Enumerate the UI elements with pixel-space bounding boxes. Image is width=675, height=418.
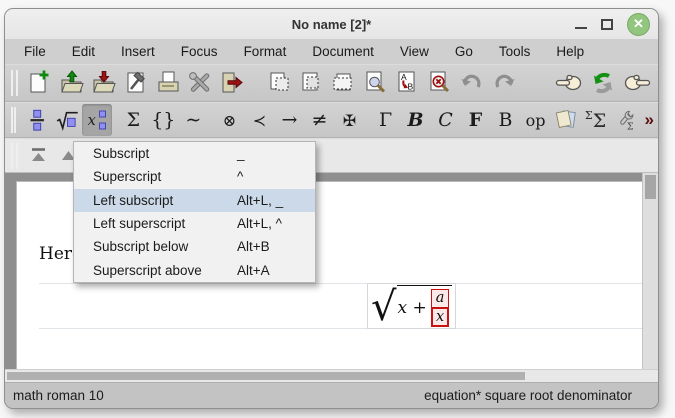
- maltese-cross-button[interactable]: ✠: [334, 104, 364, 136]
- math-preferences-icon[interactable]: Σ: [611, 104, 641, 136]
- menu-help[interactable]: Help: [547, 41, 593, 62]
- statusbar: math roman 10 equation* square root deno…: [5, 382, 658, 408]
- brackets-button[interactable]: {}: [148, 104, 178, 136]
- clipboard-pages-icon[interactable]: [551, 104, 581, 136]
- titlebar[interactable]: No name [2]* ✕: [5, 9, 658, 39]
- calligraphic-button[interactable]: C: [431, 104, 461, 136]
- menu-document[interactable]: Document: [303, 41, 383, 62]
- status-context: equation* square root denominator: [424, 388, 632, 403]
- greek-letters-button[interactable]: Γ: [371, 104, 401, 136]
- otimes-button[interactable]: ⊗: [214, 104, 244, 136]
- maximize-icon[interactable]: [601, 19, 613, 30]
- menu-edit[interactable]: Edit: [63, 41, 104, 62]
- horizontal-scrollbar-thumb[interactable]: [7, 372, 525, 380]
- big-operator-icon[interactable]: ΣΣ: [581, 104, 611, 136]
- build-icon[interactable]: [120, 67, 152, 99]
- menubar: File Edit Insert Focus Format Document V…: [5, 39, 658, 64]
- svg-text:B: B: [408, 82, 414, 92]
- paste-icon[interactable]: [328, 67, 360, 99]
- back-icon[interactable]: [552, 67, 586, 99]
- menu-item-left-superscript[interactable]: Left superscript Alt+L, ^: [74, 212, 315, 235]
- fraction-icon[interactable]: [22, 104, 52, 136]
- forward-icon[interactable]: [620, 67, 654, 99]
- copy-icon[interactable]: [264, 67, 296, 99]
- redo-icon[interactable]: [488, 67, 520, 99]
- print-icon[interactable]: [152, 67, 184, 99]
- fraction-denominator-focus[interactable]: x: [432, 308, 449, 327]
- menu-tools[interactable]: Tools: [490, 41, 540, 62]
- operator-button[interactable]: op: [521, 104, 551, 136]
- scripts-dropdown-menu: Subscript _ Superscript ^ Left subscript…: [73, 141, 316, 283]
- bold-letters-button[interactable]: B: [401, 104, 431, 136]
- preferences-tools-icon[interactable]: [184, 67, 216, 99]
- big-sum-button[interactable]: Σ: [118, 104, 148, 136]
- close-icon[interactable]: ✕: [627, 13, 650, 36]
- spell-check-icon[interactable]: [424, 67, 456, 99]
- radical-sign: √: [371, 289, 397, 325]
- square-root-icon[interactable]: [52, 104, 82, 136]
- menu-item-superscript-above[interactable]: Superscript above Alt+A: [74, 258, 315, 281]
- toolbar-grip[interactable]: [11, 70, 18, 96]
- fraktur-button[interactable]: F: [461, 104, 491, 136]
- accent-button[interactable]: ∼: [178, 104, 208, 136]
- radicand-prefix[interactable]: x +: [398, 298, 427, 318]
- precedes-button[interactable]: ≺: [244, 104, 274, 136]
- minimize-icon[interactable]: [575, 27, 587, 29]
- replace-icon[interactable]: AB: [392, 67, 424, 99]
- horizontal-scrollbar[interactable]: [5, 369, 658, 382]
- close-document-icon[interactable]: [216, 67, 248, 99]
- vertical-scrollbar[interactable]: [642, 173, 658, 369]
- window-title: No name [2]*: [292, 17, 371, 32]
- menu-format[interactable]: Format: [235, 41, 296, 62]
- cut-icon[interactable]: [296, 67, 328, 99]
- open-document-icon[interactable]: [56, 67, 88, 99]
- fraction-focus-box[interactable]: a x: [431, 289, 450, 328]
- svg-text:Σ: Σ: [626, 121, 633, 132]
- svg-text:x: x: [88, 112, 96, 129]
- undo-icon[interactable]: [456, 67, 488, 99]
- new-document-icon[interactable]: [24, 67, 56, 99]
- main-toolbar: AB: [5, 64, 658, 102]
- reload-icon[interactable]: [586, 67, 620, 99]
- toolbar-grip[interactable]: [11, 107, 16, 133]
- arrow-button[interactable]: →: [274, 104, 304, 136]
- menu-item-subscript-below[interactable]: Subscript below Alt+B: [74, 235, 315, 258]
- menu-focus[interactable]: Focus: [172, 41, 227, 62]
- save-document-icon[interactable]: [88, 67, 120, 99]
- scripts-icon[interactable]: x: [82, 104, 112, 136]
- menu-item-subscript[interactable]: Subscript _: [74, 142, 315, 165]
- vertical-scrollbar-thumb[interactable]: [645, 175, 656, 199]
- menu-go[interactable]: Go: [446, 41, 482, 62]
- window-controls: ✕: [575, 9, 650, 39]
- equation-environment[interactable]: √ x + a x: [39, 283, 642, 329]
- menu-insert[interactable]: Insert: [112, 41, 164, 62]
- menu-item-left-subscript[interactable]: Left subscript Alt+L, _: [74, 189, 315, 212]
- fraction-numerator[interactable]: a: [432, 290, 449, 308]
- menu-item-superscript[interactable]: Superscript ^: [74, 165, 315, 188]
- svg-text:A: A: [401, 72, 407, 82]
- radicand[interactable]: x + a x: [397, 285, 453, 328]
- blackboard-button[interactable]: B: [491, 104, 521, 136]
- toolbar-grip[interactable]: [11, 143, 18, 169]
- not-equal-button[interactable]: ≠: [304, 104, 334, 136]
- equation[interactable]: √ x + a x: [367, 283, 456, 330]
- menu-file[interactable]: File: [15, 41, 55, 62]
- search-icon[interactable]: [360, 67, 392, 99]
- menu-view[interactable]: View: [391, 41, 438, 62]
- toolbar-overflow-icon[interactable]: »: [645, 110, 654, 130]
- exit-top-icon[interactable]: [24, 140, 54, 172]
- status-mode: math roman 10: [13, 388, 424, 403]
- math-toolbar: x Σ {} ∼ ⊗ ≺ → ≠ ✠ Γ B C F B op ΣΣ Σ »: [5, 102, 658, 138]
